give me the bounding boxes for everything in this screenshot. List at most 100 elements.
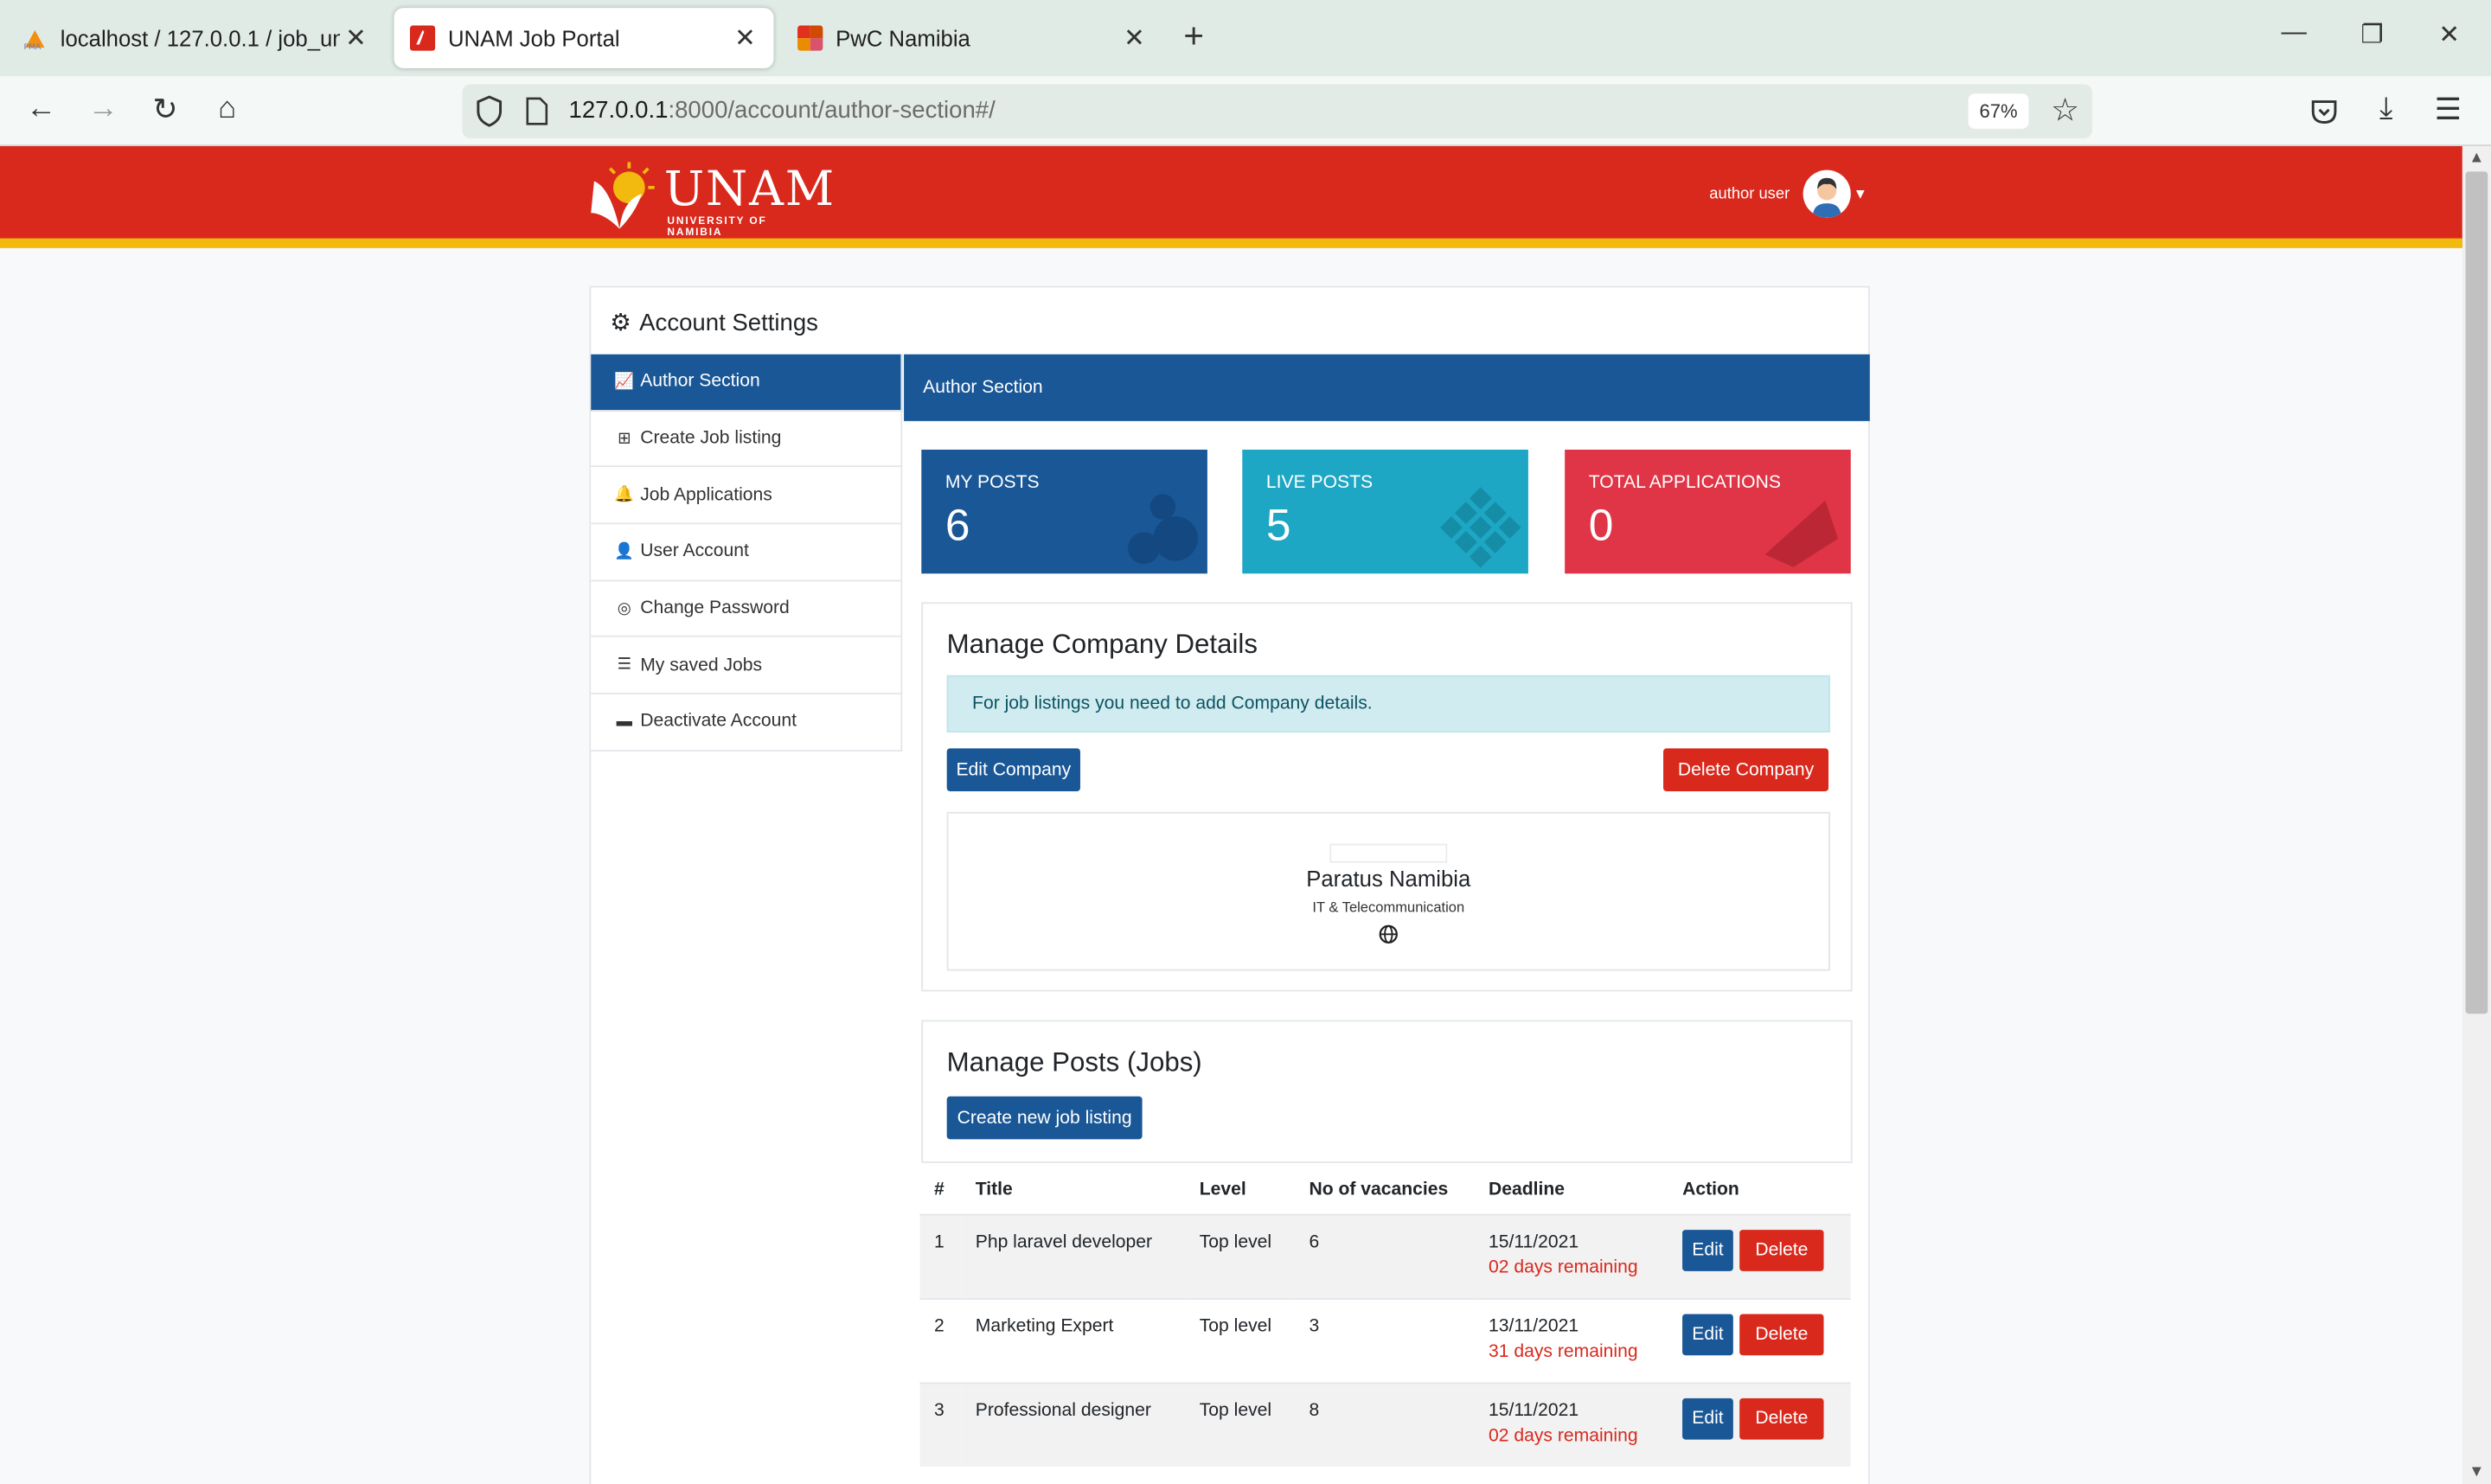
page-title: Account Settings	[639, 309, 818, 336]
stat-card-live-posts[interactable]: LIVE POSTS 5	[1242, 449, 1528, 574]
company-name: Paratus Namibia	[1306, 866, 1471, 892]
sidebar-item-change-password[interactable]: ◎ Change Password	[591, 580, 903, 638]
job-title: Marketing Expert	[961, 1297, 1186, 1383]
jobs-table: # Title Level No of vacancies Deadline A…	[919, 1167, 1851, 1467]
sidebar-item-label: Job Applications	[640, 485, 772, 505]
sidebar-item-label: Author Section	[640, 372, 760, 392]
scrollbar-thumb[interactable]	[2465, 171, 2488, 1014]
download-icon[interactable]: ⤓	[2367, 93, 2405, 127]
home-icon[interactable]: ⌂	[208, 93, 247, 127]
close-icon[interactable]: ✕	[1118, 22, 1150, 54]
sidebar-item-label: My saved Jobs	[640, 656, 763, 675]
scroll-up-arrow-icon[interactable]: ▲	[2469, 150, 2484, 167]
close-icon[interactable]: ✕	[340, 22, 372, 54]
tab-phpmyadmin[interactable]: PMA localhost / 127.0.0.1 / job_unam ✕	[6, 8, 384, 68]
page-scrollbar[interactable]: ▲ ▼	[2462, 146, 2491, 1484]
zoom-level-badge[interactable]: 67%	[1968, 93, 2029, 129]
avatar[interactable]	[1802, 170, 1851, 218]
company-industry: IT & Telecommunication	[1312, 899, 1465, 916]
tab-unam-job-portal[interactable]: UNAM Job Portal ✕	[394, 8, 774, 69]
stat-card-my-posts[interactable]: MY POSTS 6	[921, 449, 1207, 574]
forward-arrow-icon[interactable]: →	[84, 93, 122, 127]
days-remaining: 02 days remaining	[1488, 1257, 1638, 1277]
manage-posts-box: Manage Posts (Jobs) Create new job listi…	[921, 1020, 1853, 1163]
url-host: 127.0.0.1	[568, 97, 669, 125]
phpmyadmin-favicon-icon: PMA	[24, 29, 45, 51]
url-path: :8000/account/author-section#/	[668, 97, 996, 125]
bell-icon: 🔔	[614, 486, 635, 504]
delete-company-button[interactable]: Delete Company	[1663, 748, 1829, 791]
back-arrow-icon[interactable]: ←	[22, 93, 61, 127]
job-level: Top level	[1185, 1212, 1295, 1299]
account-sidebar: 📈 Author Section ⊞ Create Job listing 🔔 …	[591, 354, 903, 752]
table-row: 3 Professional designer Top level 8 15/1…	[919, 1381, 1851, 1467]
sidebar-item-label: Change Password	[640, 598, 790, 618]
address-bar[interactable]: 127.0.0.1:8000/account/author-section#/ …	[462, 84, 2092, 138]
sidebar-item-deactivate-account[interactable]: ▬ Deactivate Account	[591, 694, 903, 752]
row-number: 1	[919, 1212, 962, 1299]
column-header: Deadline	[1488, 1180, 1566, 1199]
company-alert: For job listings you need to add Company…	[946, 675, 1830, 732]
delete-job-button[interactable]: Delete	[1739, 1397, 1824, 1439]
edit-job-button[interactable]: Edit	[1682, 1397, 1733, 1439]
url-text[interactable]: 127.0.0.1:8000/account/author-section#/	[569, 97, 996, 124]
sidebar-item-label: Create Job listing	[640, 429, 782, 449]
unam-sun-book-icon	[591, 162, 655, 229]
unam-logo[interactable]: UNAM UNIVERSITY OF NAMIBIA	[588, 159, 834, 239]
row-number: 2	[919, 1297, 962, 1383]
minimize-icon[interactable]: —	[2282, 19, 2307, 48]
edit-job-button[interactable]: Edit	[1682, 1313, 1733, 1355]
job-deadline-cell: 15/11/2021 02 days remaining	[1474, 1381, 1668, 1467]
close-icon[interactable]: ✕	[729, 22, 761, 54]
stat-label: MY POSTS	[945, 473, 1040, 493]
job-title: Professional designer	[961, 1381, 1186, 1467]
bookmark-star-icon[interactable]: ☆	[2051, 91, 2079, 131]
panel-title: Author Section	[904, 354, 1870, 421]
tab-title: localhost / 127.0.0.1 / job_unam	[60, 25, 340, 51]
site-header: UNAM UNIVERSITY OF NAMIBIA author user ▼	[0, 146, 2462, 248]
tab-pwc-namibia[interactable]: PwC Namibia ✕	[782, 8, 1163, 68]
menu-hamburger-icon[interactable]: ☰	[2429, 93, 2467, 129]
sidebar-item-author-section[interactable]: 📈 Author Section	[591, 354, 903, 412]
delete-job-button[interactable]: Delete	[1739, 1229, 1824, 1270]
pocket-icon[interactable]	[2308, 95, 2341, 127]
sidebar-item-my-saved-jobs[interactable]: ☰ My saved Jobs	[591, 637, 903, 695]
company-logo-placeholder	[1329, 843, 1448, 863]
svg-text:PMA: PMA	[24, 42, 42, 51]
column-header: Title	[975, 1180, 1013, 1199]
job-level: Top level	[1185, 1297, 1295, 1383]
job-actions: Edit Delete	[1668, 1212, 1851, 1299]
manage-company-box: Manage Company Details For job listings …	[921, 602, 1853, 992]
job-vacancies: 6	[1294, 1212, 1475, 1299]
edit-job-button[interactable]: Edit	[1682, 1229, 1733, 1270]
account-settings-header: ⚙ Account Settings	[591, 288, 1868, 358]
job-actions: Edit Delete	[1668, 1297, 1851, 1383]
scroll-down-arrow-icon[interactable]: ▼	[2469, 1463, 2484, 1481]
job-deadline: 15/11/2021	[1488, 1231, 1579, 1251]
sidebar-item-job-applications[interactable]: 🔔 Job Applications	[591, 467, 903, 525]
logo-subtitle: UNIVERSITY OF NAMIBIA	[667, 215, 767, 239]
user-avatar-icon	[1802, 170, 1851, 218]
chevron-down-icon[interactable]: ▼	[1854, 186, 1867, 201]
restore-icon[interactable]: ❐	[2360, 19, 2383, 51]
grid-diamond-icon	[1440, 487, 1521, 568]
stat-card-total-applications[interactable]: TOTAL APPLICATIONS 0	[1565, 449, 1851, 574]
new-tab-plus-icon[interactable]: +	[1183, 16, 1204, 57]
posts-heading: Manage Posts (Jobs)	[946, 1046, 1202, 1078]
row-number: 3	[919, 1381, 962, 1467]
reload-icon[interactable]: ↻	[146, 93, 184, 129]
job-vacancies: 8	[1294, 1381, 1475, 1467]
table-row: 1 Php laravel developer Top level 6 15/1…	[919, 1212, 1851, 1299]
create-job-listing-button[interactable]: Create new job listing	[946, 1096, 1143, 1140]
user-menu[interactable]: author user ▼	[1709, 170, 1867, 218]
column-header: Action	[1682, 1180, 1739, 1199]
edit-company-button[interactable]: Edit Company	[946, 748, 1080, 791]
table-header-row: # Title Level No of vacancies Deadline A…	[919, 1167, 1850, 1214]
globe-icon[interactable]	[1379, 924, 1398, 943]
window-close-icon[interactable]: ✕	[2438, 19, 2460, 51]
days-remaining: 31 days remaining	[1488, 1341, 1638, 1361]
sidebar-item-create-job-listing[interactable]: ⊞ Create Job listing	[591, 411, 903, 468]
sidebar-item-user-account[interactable]: 👤 User Account	[591, 524, 903, 581]
delete-job-button[interactable]: Delete	[1739, 1313, 1824, 1355]
sidebar-item-label: User Account	[640, 542, 749, 562]
